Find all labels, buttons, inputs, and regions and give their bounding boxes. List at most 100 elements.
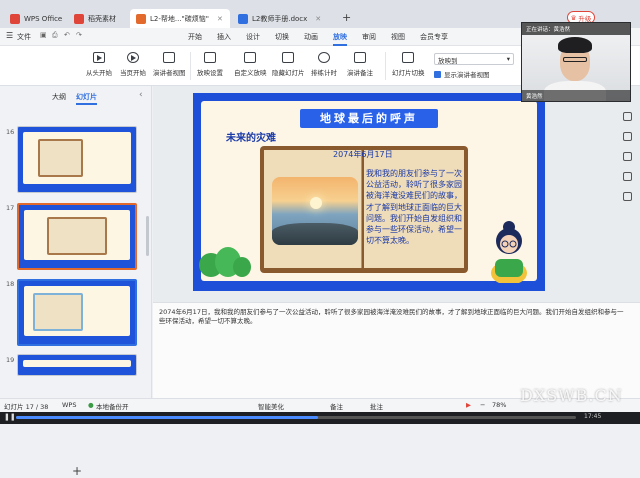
- play-icon: [93, 52, 105, 63]
- button-label: 放映设置: [197, 69, 223, 77]
- close-tab-icon[interactable]: ✕: [315, 15, 321, 23]
- slide-transition-button[interactable]: 幻灯片切换: [392, 52, 425, 77]
- button-label: 演讲者视图: [153, 69, 186, 77]
- play-current-button[interactable]: 当页开始: [120, 52, 146, 77]
- notes-toggle-button[interactable]: 备注: [330, 401, 343, 411]
- video-progress-track[interactable]: [16, 416, 576, 419]
- menu-view[interactable]: 视图: [391, 32, 405, 42]
- tab-presentation[interactable]: L2-帮地..."碳烦恼" ✕: [130, 9, 230, 28]
- redo-icon[interactable]: ↷: [76, 31, 82, 39]
- slide-position: 幻灯片 17 / 38: [4, 403, 49, 411]
- webcam-speaker-label: 正在讲话：黄浩然: [522, 23, 630, 35]
- add-slide-button[interactable]: +: [72, 464, 82, 478]
- pause-icon[interactable]: ❚❚: [4, 413, 16, 421]
- menu-transition[interactable]: 切换: [275, 32, 289, 42]
- notes-icon: [354, 52, 366, 63]
- sidebar-tool-icon[interactable]: [623, 132, 632, 141]
- tab-label: 稻壳素材: [88, 14, 116, 23]
- current-slide[interactable]: 地球最后的呼声 未来的灾难 2074年6月17日 我和我的朋友们参与了一次公益活…: [193, 93, 545, 291]
- tab-teacher-manual[interactable]: L2教师手册.docx ✕: [232, 9, 332, 28]
- collapse-panel-icon[interactable]: ‹: [139, 90, 143, 100]
- thumb-book: [47, 217, 107, 255]
- speaker-notes-pane[interactable]: 2074年6月17日，我和我的朋友们参与了一次公益活动，聆听了很多家园被海洋淹没…: [153, 302, 640, 398]
- slide-thumbnail-18[interactable]: [17, 279, 137, 346]
- sidebar-tool-icon[interactable]: [623, 152, 632, 161]
- custom-show-button[interactable]: 自定义放映: [234, 52, 267, 77]
- menu-insert[interactable]: 插入: [217, 32, 231, 42]
- select-value: 放映到: [438, 57, 458, 65]
- hamburger-icon[interactable]: ☰: [6, 31, 13, 40]
- thumb-photo: [33, 293, 83, 331]
- save-icon[interactable]: ▣: [40, 31, 47, 39]
- undo-icon[interactable]: ↶: [64, 31, 70, 39]
- slide-thumbnail-19[interactable]: [17, 354, 137, 376]
- backup-check-icon: ●: [88, 401, 94, 409]
- comments-button[interactable]: 批注: [370, 401, 383, 411]
- sidebar-tool-icon[interactable]: [623, 112, 632, 121]
- tab-label: L2教师手册.docx: [252, 14, 308, 23]
- webcam-overlay[interactable]: 正在讲话：黄浩然 黄浩然: [521, 22, 631, 102]
- button-label: 自定义放映: [234, 69, 267, 77]
- girl-character-illustration: [491, 221, 527, 283]
- backup-status[interactable]: 本地备份开: [96, 401, 129, 411]
- rehearse-timing-button[interactable]: 排练计时: [311, 52, 337, 77]
- notes-text[interactable]: 2074年6月17日，我和我的朋友们参与了一次公益活动，聆听了很多家园被海洋淹没…: [159, 308, 629, 326]
- tab-outline[interactable]: 大纲: [52, 92, 66, 102]
- play-slideshow-icon[interactable]: ▶: [466, 401, 471, 409]
- rocks-shape: [272, 223, 358, 245]
- sunset-photo: [272, 177, 358, 245]
- tab-docer-material[interactable]: 稻壳素材: [68, 9, 122, 28]
- thumb-text-block: [38, 139, 83, 177]
- play-circle-icon: [127, 52, 139, 63]
- webcam-person-glasses: [563, 57, 587, 62]
- presenter-view-checkbox[interactable]: 显示演讲者视图: [434, 69, 490, 79]
- new-tab-button[interactable]: +: [342, 11, 351, 24]
- print-icon[interactable]: ⎙: [52, 31, 58, 40]
- ribbon-divider: [385, 52, 386, 80]
- menu-file[interactable]: 文件: [17, 32, 31, 42]
- presenter-view-button[interactable]: 演讲者视图: [153, 52, 186, 77]
- show-on-select[interactable]: 放映到 ▾: [434, 53, 514, 65]
- menu-design[interactable]: 设计: [246, 32, 260, 42]
- sidebar-tool-icon[interactable]: [623, 192, 632, 201]
- wps-logo-icon: [10, 13, 20, 24]
- close-tab-icon[interactable]: ✕: [217, 15, 223, 23]
- tab-label: WPS Office: [24, 14, 63, 23]
- panel-scrollbar[interactable]: [146, 216, 149, 256]
- button-label: 排练计时: [311, 69, 337, 77]
- upgrade-label: 升级: [578, 14, 592, 23]
- transition-icon: [402, 52, 415, 63]
- menu-review[interactable]: 审阅: [362, 32, 376, 42]
- hide-slide-button[interactable]: 隐藏幻灯片: [272, 52, 305, 77]
- slideshow-settings-button[interactable]: 放映设置: [197, 52, 223, 77]
- zoom-level: 78%: [492, 401, 507, 409]
- speaker-notes-button[interactable]: 演讲备注: [347, 52, 373, 77]
- slide-subtitle: 未来的灾难: [226, 133, 276, 144]
- thumb-body: [23, 360, 131, 367]
- slide-canvas: 地球最后的呼声 未来的灾难 2074年6月17日 我和我的朋友们参与了一次公益活…: [153, 86, 640, 302]
- ribbon-divider: [190, 52, 191, 80]
- video-player-bar: ❚❚ 17:45: [0, 412, 640, 424]
- doc-icon: [238, 13, 248, 24]
- book-left-page: [264, 150, 362, 268]
- slide-number: 19: [6, 356, 15, 364]
- menu-animation[interactable]: 动画: [304, 32, 318, 42]
- tab-wps-office[interactable]: WPS Office: [4, 9, 68, 28]
- menu-home[interactable]: 开始: [188, 32, 202, 42]
- theme-name: WPS: [62, 401, 77, 409]
- slide-thumbnail-17[interactable]: [17, 203, 137, 270]
- button-label: 当页开始: [120, 69, 146, 77]
- tab-slides[interactable]: 幻灯片: [76, 92, 97, 105]
- smart-beautify-button[interactable]: 智能美化: [258, 401, 284, 411]
- button-label: 从头开始: [86, 69, 112, 77]
- slide-thumbnail-16[interactable]: [17, 126, 137, 193]
- play-from-start-button[interactable]: 从头开始: [86, 52, 112, 77]
- menu-slideshow[interactable]: 放映: [333, 32, 347, 46]
- menu-member[interactable]: 会员专享: [420, 32, 448, 42]
- sidebar-tool-icon[interactable]: [623, 172, 632, 181]
- docer-icon: [74, 13, 84, 24]
- bush-decoration: [193, 245, 253, 277]
- zoom-out-icon[interactable]: −: [480, 401, 485, 409]
- button-label: 幻灯片切换: [392, 69, 425, 77]
- checkbox-checked-icon: [434, 70, 441, 78]
